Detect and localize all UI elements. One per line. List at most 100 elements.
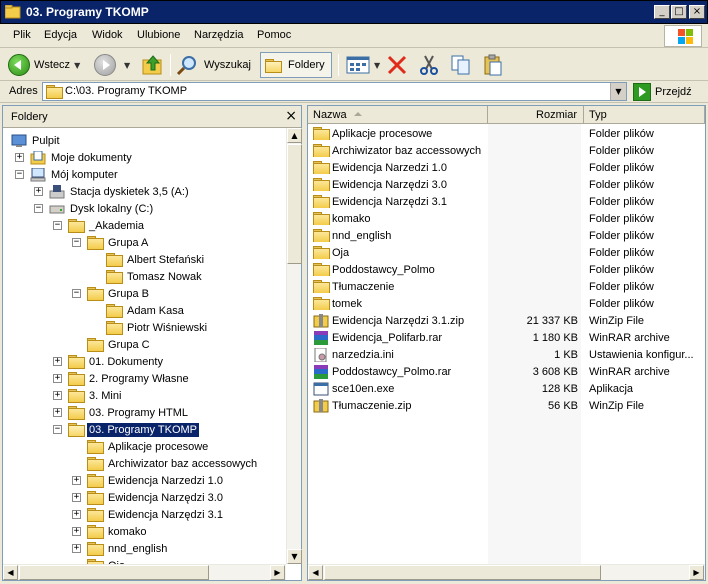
tree-item[interactable]: Adam Kasa (106, 302, 186, 319)
list-item[interactable]: Tłumaczenie Folder plików (308, 279, 705, 296)
tree-item[interactable]: Tomasz Nowak (106, 268, 204, 285)
expand-icon[interactable]: + (53, 374, 62, 383)
list-item[interactable]: Ewidencja Narzędzi 3.1 Folder plików (308, 194, 705, 211)
collapse-icon[interactable]: − (53, 425, 62, 434)
close-icon[interactable]: × (285, 108, 297, 124)
scrollbar-thumb[interactable] (287, 144, 302, 264)
tree-item[interactable]: + Ewidencja Narzędzi 3.1 (72, 506, 225, 523)
maximize-button[interactable]: □ (671, 5, 687, 19)
list-item[interactable]: komako Folder plików (308, 211, 705, 228)
list-item[interactable]: narzedzia.ini 1 KB Ustawienia konfigur... (308, 347, 705, 364)
list-item[interactable]: Tłumaczenie.zip 56 KB WinZip File (308, 398, 705, 415)
forward-button[interactable]: ▼ (94, 52, 130, 78)
tree-item[interactable]: − _Akademia (53, 217, 146, 234)
list-item[interactable]: tomek Folder plików (308, 296, 705, 313)
list-item[interactable]: sce10en.exe 128 KB Aplikacja (308, 381, 705, 398)
folders-horizontal-scrollbar[interactable]: ◀ ▶ (3, 564, 286, 580)
expand-icon[interactable]: + (15, 153, 24, 162)
menu-ulubione[interactable]: Ulubione (137, 29, 180, 41)
views-button[interactable]: ▼ (346, 52, 380, 78)
scroll-right-icon[interactable]: ▶ (689, 565, 704, 580)
copy-button[interactable] (450, 52, 472, 78)
expand-icon[interactable]: + (34, 187, 43, 196)
tree-item[interactable]: +03. Programy HTML (53, 404, 190, 421)
expand-icon[interactable]: + (72, 527, 81, 536)
collapse-icon[interactable]: − (34, 204, 43, 213)
menu-narzedzia[interactable]: Narzędzia (194, 29, 244, 41)
cut-button[interactable] (418, 52, 440, 78)
tree-item[interactable]: Piotr Wiśniewski (106, 319, 209, 336)
list-item[interactable]: Oja Folder plików (308, 245, 705, 262)
tree-item[interactable]: + Ewidencja Narzędzi 3.0 (72, 489, 225, 506)
scroll-left-icon[interactable]: ◀ (3, 565, 18, 580)
expand-icon[interactable]: + (72, 544, 81, 553)
menu-plik[interactable]: Plik (13, 29, 31, 41)
list-item[interactable]: Poddostawcy_Polmo Folder plików (308, 262, 705, 279)
paste-button[interactable] (482, 52, 504, 78)
tree-item[interactable]: Pulpit (11, 132, 62, 149)
list-item[interactable]: Ewidencja Narzędzi 3.1.zip 21 337 KB WinZi… (308, 313, 705, 330)
delete-button[interactable] (386, 52, 408, 78)
tree-item[interactable]: Aplikacje procesowe (87, 438, 210, 455)
chevron-down-icon[interactable]: ▼ (374, 61, 380, 70)
chevron-down-icon[interactable]: ▼ (610, 83, 626, 100)
tree-item[interactable]: − Dysk lokalny (C:) (34, 200, 155, 217)
search-button[interactable]: Wyszukaj (176, 52, 251, 78)
tree-item[interactable]: + Moje dokumenty (15, 149, 134, 166)
tree-item[interactable]: + nnd_english (72, 540, 169, 557)
expand-icon[interactable]: + (72, 476, 81, 485)
collapse-icon[interactable]: − (72, 289, 81, 298)
tree-item[interactable]: Oja (87, 557, 127, 564)
expand-icon[interactable]: + (53, 408, 62, 417)
list-item[interactable]: Archiwizator baz accessowych Folder plikó… (308, 143, 705, 160)
scroll-down-icon[interactable]: ▼ (287, 549, 302, 564)
list-item[interactable]: Ewidencja Narzedzi 1.0 Folder plików (308, 160, 705, 177)
tree-item[interactable]: − 03. Programy TKOMP (53, 421, 200, 438)
expand-icon[interactable]: + (53, 391, 62, 400)
up-folder-button[interactable] (142, 52, 164, 78)
collapse-icon[interactable]: − (15, 170, 24, 179)
expand-icon[interactable]: + (72, 510, 81, 519)
collapse-icon[interactable]: − (53, 221, 62, 230)
tree-item[interactable]: +01. Dokumenty (53, 353, 165, 370)
tree-item[interactable]: − Mój komputer (15, 166, 120, 183)
list-item[interactable]: Aplikacje procesowe Folder plików (308, 126, 705, 143)
scroll-up-icon[interactable]: ▲ (287, 128, 302, 143)
tree-item[interactable]: Albert Stefański (106, 251, 206, 268)
scrollbar-thumb[interactable] (324, 565, 601, 580)
menu-pomoc[interactable]: Pomoc (257, 29, 291, 41)
scroll-left-icon[interactable]: ◀ (308, 565, 323, 580)
folders-vertical-scrollbar[interactable]: ▲ ▼ (286, 128, 302, 564)
files-horizontal-scrollbar[interactable]: ◀ ▶ (308, 564, 705, 580)
tree-item[interactable]: Grupa C (87, 336, 152, 353)
back-button[interactable]: Wstecz ▼ (8, 52, 80, 78)
scrollbar-thumb[interactable] (19, 565, 209, 580)
list-item[interactable]: Ewidencja_Polifarb.rar 1 180 KB WinRAR arc… (308, 330, 705, 347)
tree-item[interactable]: − Grupa B (72, 285, 151, 302)
list-item[interactable]: Ewidencja Narzędzi 3.0 Folder plików (308, 177, 705, 194)
list-item[interactable]: Poddostawcy_Polmo.rar 3 608 KB WinRAR arch… (308, 364, 705, 381)
collapse-icon[interactable]: − (72, 238, 81, 247)
go-button[interactable]: Przejdź (633, 83, 692, 101)
list-item[interactable]: nnd_english Folder plików (308, 228, 705, 245)
expand-icon[interactable]: + (72, 493, 81, 502)
close-button[interactable]: × (689, 5, 705, 19)
scroll-right-icon[interactable]: ▶ (270, 565, 285, 580)
column-header-size[interactable]: Rozmiar (488, 106, 584, 124)
tree-item[interactable]: + Ewidencja Narzedzi 1.0 (72, 472, 225, 489)
minimize-button[interactable]: _ (654, 5, 670, 19)
tree-item[interactable]: − Grupa A (72, 234, 150, 251)
tree-item[interactable]: +2. Programy Własne (53, 370, 191, 387)
chevron-down-icon[interactable]: ▼ (74, 61, 80, 70)
tree-item[interactable]: + komako (72, 523, 149, 540)
column-header-name[interactable]: Nazwa (308, 106, 488, 124)
expand-icon[interactable]: + (53, 357, 62, 366)
menu-widok[interactable]: Widok (92, 29, 123, 41)
chevron-down-icon[interactable]: ▼ (124, 61, 130, 70)
address-input[interactable]: C:\03. Programy TKOMP ▼ (42, 82, 627, 101)
column-header-type[interactable]: Typ (584, 106, 705, 124)
folders-button[interactable]: Foldery (260, 52, 332, 78)
tree-item[interactable]: + Stacja dyskietek 3,5 (A:) (34, 183, 191, 200)
tree-item[interactable]: +3. Mini (53, 387, 123, 404)
menu-edycja[interactable]: Edycja (44, 29, 77, 41)
